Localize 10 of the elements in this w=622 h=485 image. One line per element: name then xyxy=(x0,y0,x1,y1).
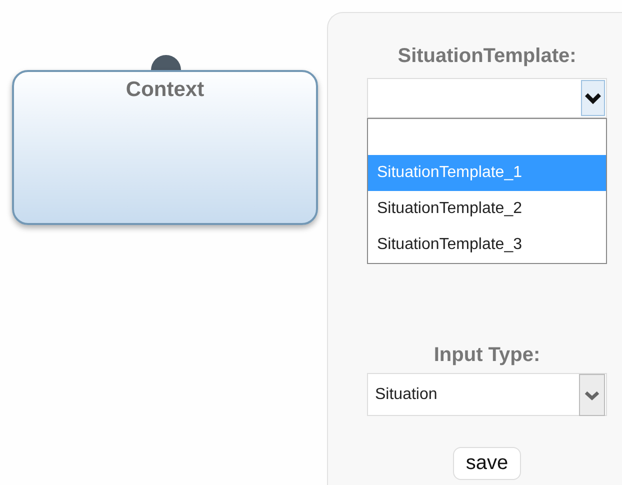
context-node[interactable]: Context xyxy=(12,70,318,225)
dropdown-option[interactable]: SituationTemplate_3 xyxy=(368,227,606,263)
save-button[interactable]: save xyxy=(452,447,522,480)
caret-icon xyxy=(579,374,605,416)
dropdown-option[interactable]: SituationTemplate_2 xyxy=(368,191,606,227)
input-type-select[interactable]: Situation xyxy=(367,373,607,416)
caret-icon xyxy=(581,80,605,116)
node-title: Context xyxy=(126,78,204,103)
situation-template-label: SituationTemplate: xyxy=(398,45,576,68)
input-type-label: Input Type: xyxy=(434,344,540,367)
